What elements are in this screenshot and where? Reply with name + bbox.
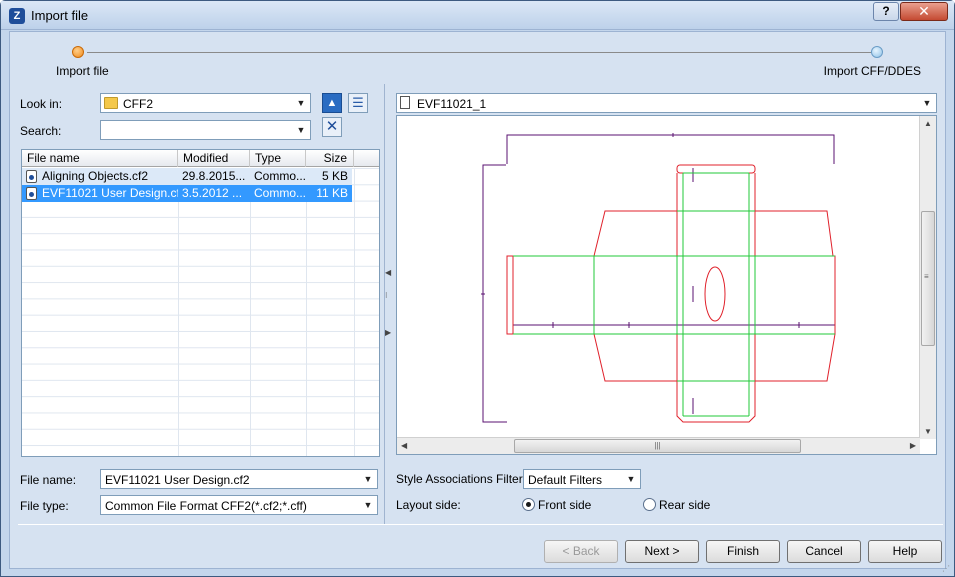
dialog-client-area: Import file Import CFF/DDES Look in: CFF… (9, 31, 946, 569)
collapse-left-icon[interactable]: ◀ (385, 268, 391, 277)
file-row[interactable]: EVF11021 User Design.cf2 3.5.2012 ... Co… (22, 185, 352, 202)
look-in-combo[interactable]: CFF2 ▼ (100, 93, 311, 113)
chevron-down-icon[interactable]: ▼ (919, 95, 935, 111)
resize-grip-icon[interactable]: ⋰ (942, 564, 952, 574)
up-folder-button[interactable]: ▲ (322, 93, 342, 113)
scroll-down-icon[interactable]: ▼ (924, 427, 932, 436)
step-dot-import-file (72, 46, 84, 58)
column-header-modified[interactable]: Modified (178, 150, 250, 167)
front-side-label[interactable]: Front side (538, 498, 591, 512)
file-name-label: File name: (20, 473, 77, 487)
window-title: Import file (31, 8, 89, 23)
preview-layout-combo[interactable]: EVF11021_1 ▼ (396, 93, 937, 113)
file-name-value: EVF11021 User Design.cf2 (105, 473, 250, 487)
look-in-value: CFF2 (123, 97, 153, 111)
button-area-divider (18, 524, 943, 525)
chevron-down-icon[interactable]: ▼ (293, 122, 309, 138)
step-dot-import-cff (871, 46, 883, 58)
close-button[interactable]: ✕ (900, 2, 948, 21)
file-row-name: Aligning Objects.cf2 (42, 169, 149, 183)
wizard-progress-line (87, 52, 877, 53)
vertical-scroll-thumb[interactable]: ≡ (921, 211, 935, 346)
grip-icon: ≡ (924, 272, 929, 281)
cancel-button[interactable]: Cancel (787, 540, 861, 563)
view-list-button[interactable]: ☰ (348, 93, 368, 113)
scroll-up-icon[interactable]: ▲ (924, 119, 932, 128)
look-in-label: Look in: (20, 97, 63, 111)
file-row-type: Commo... (254, 186, 306, 200)
drag-grip-icon[interactable]: ⁝ (385, 292, 388, 300)
rear-side-radio[interactable] (643, 498, 656, 511)
file-row-type: Commo... (254, 169, 306, 183)
close-icon: ✕ (325, 118, 339, 135)
file-type-value: Common File Format CFF2(*.cf2;*.cff) (105, 499, 307, 513)
list-view-icon: ☰ (352, 95, 364, 110)
horizontal-scroll-thumb[interactable]: ||| (514, 439, 801, 453)
layout-side-label: Layout side: (396, 498, 461, 512)
preview-vertical-scrollbar[interactable]: ▲ ≡ ▼ (919, 116, 936, 439)
file-row[interactable]: Aligning Objects.cf2 29.8.2015... Commo.… (22, 168, 352, 185)
style-filter-label: Style Associations Filter (396, 472, 523, 486)
file-row-size: 5 KB (321, 169, 348, 183)
scroll-left-icon[interactable]: ◀ (401, 441, 407, 450)
document-icon (400, 96, 410, 109)
app-icon: Z (9, 8, 25, 24)
chevron-down-icon[interactable]: ▼ (360, 471, 376, 487)
back-button[interactable]: < Back (544, 540, 618, 563)
file-type-combo[interactable]: Common File Format CFF2(*.cf2;*.cff) ▼ (100, 495, 378, 515)
grid-divider (178, 168, 179, 456)
preview-horizontal-scrollbar[interactable]: ◀ ||| ▶ (397, 437, 920, 454)
style-filter-combo[interactable]: Default Filters ▼ (523, 469, 641, 489)
next-button[interactable]: Next > (625, 540, 699, 563)
carton-dieline-drawing (481, 133, 836, 423)
cf2-file-icon (26, 187, 37, 200)
design-preview[interactable]: ▲ ≡ ▼ ◀ ||| ▶ (396, 115, 937, 455)
file-list-grid (22, 168, 379, 456)
grid-divider (354, 168, 355, 456)
title-bar[interactable]: Z Import file ? ✕ (1, 1, 954, 30)
style-filter-value: Default Filters (528, 473, 603, 487)
scroll-right-icon[interactable]: ▶ (910, 441, 916, 450)
grid-divider (306, 168, 307, 456)
column-header-type[interactable]: Type (250, 150, 306, 167)
chevron-down-icon[interactable]: ▼ (360, 497, 376, 513)
front-side-radio[interactable] (522, 498, 535, 511)
chevron-down-icon[interactable]: ▼ (623, 471, 639, 487)
search-combo[interactable]: ▼ (100, 120, 311, 140)
panel-splitter[interactable]: ◀ ⁝ ▶ (384, 84, 391, 524)
grip-icon: ||| (654, 441, 661, 450)
clear-search-button[interactable]: ✕ (322, 117, 342, 137)
column-header-size[interactable]: Size (306, 150, 354, 167)
step-label-import-cff: Import CFF/DDES (823, 64, 921, 78)
collapse-right-icon[interactable]: ▶ (385, 328, 391, 337)
file-row-modified: 3.5.2012 ... (182, 186, 243, 200)
up-arrow-icon: ▲ (326, 97, 338, 109)
chevron-down-icon[interactable]: ▼ (293, 95, 309, 111)
column-header-file-name[interactable]: File name (22, 150, 178, 167)
help-title-button[interactable]: ? (873, 2, 899, 21)
file-list[interactable]: File name Modified Type Size Aligning Ob… (21, 149, 380, 457)
preview-layout-value: EVF11021_1 (417, 97, 487, 111)
import-file-dialog: Z Import file ? ✕ Import file Import CFF… (0, 0, 955, 577)
help-button[interactable]: Help (868, 540, 942, 563)
file-row-modified: 29.8.2015... (182, 169, 246, 183)
cf2-file-icon (26, 170, 37, 183)
file-name-combo[interactable]: EVF11021 User Design.cf2 ▼ (100, 469, 378, 489)
finish-button[interactable]: Finish (706, 540, 780, 563)
rear-side-label[interactable]: Rear side (659, 498, 710, 512)
search-label: Search: (20, 124, 62, 138)
folder-icon (104, 97, 118, 109)
grid-divider (250, 168, 251, 456)
step-label-import-file: Import file (56, 64, 109, 78)
file-row-size: 11 KB (316, 186, 348, 200)
file-row-name: EVF11021 User Design.cf2 (42, 186, 178, 200)
file-type-label: File type: (20, 499, 69, 513)
file-list-header: File name Modified Type Size (22, 150, 379, 167)
